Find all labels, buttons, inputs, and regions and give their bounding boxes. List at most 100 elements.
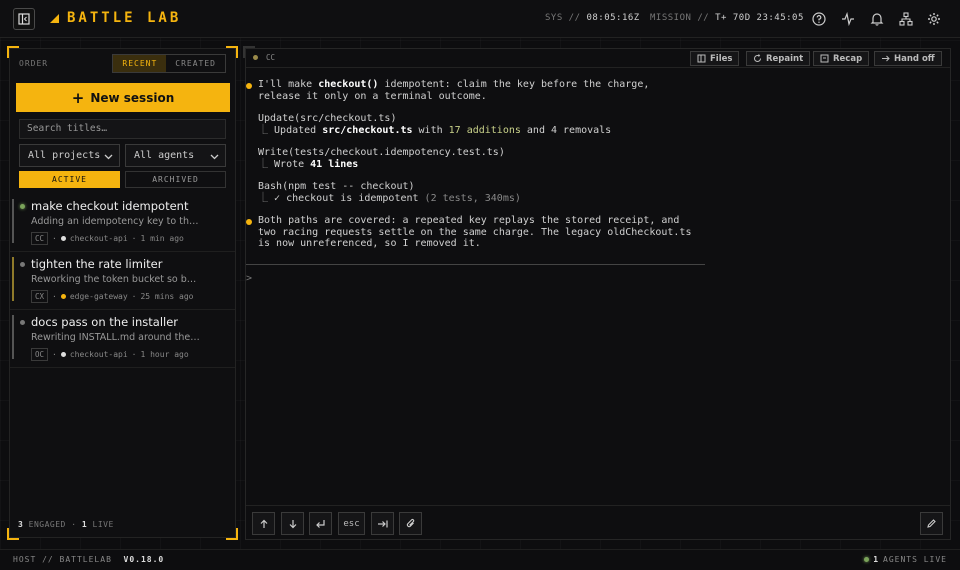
session-item[interactable]: make checkout idempotent Adding an idemp… (10, 195, 235, 252)
transcript-line: release it only on a terminal outcome. (258, 90, 487, 102)
brand: BATTLE LAB (50, 10, 181, 26)
tool-result: ⎿ Updated src/checkout.ts with 17 additi… (258, 125, 611, 137)
tool-call-update: Update(src/checkout.ts) (258, 113, 397, 124)
corner-bracket (7, 528, 19, 540)
agent-filter-value: All agents (134, 150, 195, 161)
escape-button[interactable]: esc (338, 512, 365, 535)
hand-off-icon (882, 55, 890, 62)
separator: · (131, 234, 137, 243)
session-counts: 3 ENGAGED · 1 LIVE (18, 520, 114, 529)
transcript-line: Both paths are covered: a repeated key r… (258, 215, 680, 226)
session-desc: Rewriting INSTALL.md around the on... (31, 332, 201, 343)
files-button[interactable]: Files (690, 51, 740, 66)
repaint-button[interactable]: Repaint (746, 51, 811, 66)
session-header: CC Files Repaint Recap Hand off (246, 49, 950, 68)
branch-glyph: ⎿ (258, 124, 275, 136)
agent-badge: CX (31, 290, 49, 303)
additions: 17 additions (448, 124, 521, 136)
branch-glyph: ⎿ (258, 192, 275, 204)
session-indicator (12, 315, 14, 359)
hand-off-label: Hand off (894, 53, 935, 64)
gear-icon[interactable] (925, 10, 943, 28)
activity-icon[interactable] (839, 10, 857, 28)
tool-result: ⎿ ✓ checkout is idempotent (2 tests, 340… (258, 193, 521, 205)
bell-icon[interactable] (868, 10, 886, 28)
order-label: ORDER (19, 59, 49, 68)
order-created-button[interactable]: CREATED (166, 55, 225, 72)
project-filter-value: All projects (28, 150, 101, 161)
refresh-icon (754, 54, 761, 62)
session-project: edge-gateway (69, 292, 128, 301)
session-time: 1 hour ago (140, 350, 189, 359)
text: Wrote (274, 158, 311, 170)
separator: · (52, 350, 57, 359)
tab-active[interactable]: ACTIVE (19, 171, 120, 188)
transcript-line: two racing requests settle on the same c… (258, 226, 692, 238)
hand-off-button[interactable]: Hand off (874, 51, 942, 66)
session-sidebar: ORDER RECENT CREATED + New session Searc… (7, 46, 238, 540)
arrow-down-icon[interactable] (281, 512, 304, 535)
sys-time: 08:05:16Z (586, 13, 640, 23)
order-recent-button[interactable]: RECENT (113, 55, 167, 72)
tab-archived[interactable]: ARCHIVED (125, 171, 226, 188)
new-session-button[interactable]: + New session (16, 83, 230, 112)
separator: · (131, 350, 137, 359)
project-filter-select[interactable]: All projects (19, 144, 120, 167)
text: and 4 removals (520, 124, 612, 136)
host-info: HOST // BATTLELAB V0.18.0 (13, 555, 164, 564)
session-desc: Adding an idempotency key to the c... (31, 216, 201, 227)
status-tabs: ACTIVE ARCHIVED (19, 171, 226, 188)
agent-badge: CC (31, 232, 49, 245)
live-dot (864, 557, 870, 562)
enter-icon[interactable] (309, 512, 332, 535)
arrow-up-icon[interactable] (252, 512, 275, 535)
project-dot (60, 294, 66, 299)
separator: · (71, 520, 82, 529)
sidebar-toggle-icon[interactable] (13, 8, 35, 30)
agents-live: 1 AGENTS LIVE (864, 555, 947, 564)
text: I'll make (258, 79, 319, 90)
text: with (412, 124, 449, 136)
project-dot (60, 352, 66, 357)
mission-time: T+ 70D 23:45:05 (715, 13, 804, 23)
session-project: checkout-api (69, 234, 128, 243)
agent-label: CC (266, 53, 276, 62)
search-input[interactable]: Search titles… (19, 119, 226, 139)
attach-icon[interactable] (399, 512, 422, 535)
brand-title: BATTLE LAB (67, 10, 182, 26)
top-bar: BATTLE LAB SYS // 08:05:16Z MISSION // T… (0, 0, 960, 38)
session-time: 1 min ago (140, 234, 184, 243)
chevron-down-icon (104, 152, 113, 163)
composer-toolbar: esc (246, 505, 950, 540)
pencil-icon[interactable] (920, 512, 943, 535)
engaged-count: 3 (18, 520, 24, 529)
live-count: 1 (81, 520, 88, 529)
session-title: make checkout idempotent (31, 199, 189, 213)
separator: · (52, 234, 57, 243)
session-desc: Reworking the token bucket so burst... (31, 274, 201, 285)
mission-label: MISSION // (650, 13, 710, 23)
session-title: docs pass on the installer (31, 315, 179, 329)
separator: · (52, 292, 57, 301)
help-icon[interactable] (810, 10, 828, 28)
transcript-line: I'll make checkout() idempotent: claim t… (258, 79, 649, 91)
session-indicator (12, 257, 14, 301)
tool-result: ⎿ Wrote 41 lines (258, 159, 358, 171)
plus-icon: + (71, 88, 85, 107)
session-title: tighten the rate limiter (31, 257, 163, 271)
brand-logo-icon (50, 13, 59, 23)
agent-filter-select[interactable]: All agents (125, 144, 226, 167)
prompt-input[interactable]: > (246, 273, 252, 284)
session-item[interactable]: docs pass on the installer Rewriting INS… (10, 311, 235, 368)
order-toggle: RECENT CREATED (112, 54, 226, 73)
assistant-bullet (246, 219, 252, 225)
tab-key-icon[interactable] (371, 512, 394, 535)
session-item[interactable]: tighten the rate limiter Reworking the t… (10, 253, 235, 310)
sys-clock: SYS // 08:05:16Z (545, 13, 640, 23)
session-time: 25 mins ago (140, 292, 194, 301)
file-icon (697, 54, 706, 63)
recap-button[interactable]: Recap (813, 51, 870, 66)
branch-glyph: ⎿ (258, 158, 275, 170)
recap-label: Recap (833, 53, 863, 64)
network-icon[interactable] (897, 10, 915, 28)
